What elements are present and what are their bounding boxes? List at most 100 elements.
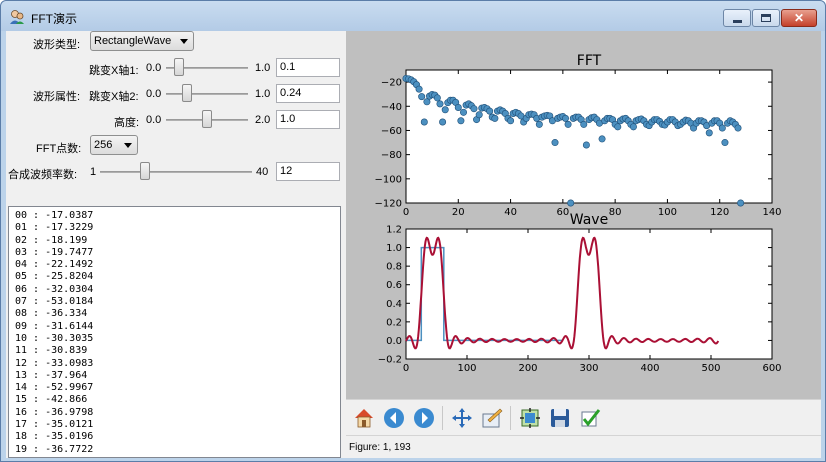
fft-point — [433, 94, 441, 102]
jump-x2-min: 0.0 — [146, 88, 162, 100]
chevron-down-icon — [180, 39, 188, 44]
list-item[interactable]: 13 : -37.964 — [9, 370, 340, 382]
synth-freq-track[interactable] — [100, 171, 252, 173]
list-item[interactable]: 14 : -52.9967 — [9, 382, 340, 394]
jump-x2-field[interactable]: 0.24 — [276, 84, 340, 103]
wave-xtick-label: 0 — [403, 363, 409, 374]
fft-point — [457, 117, 465, 125]
back-button[interactable] — [380, 404, 408, 432]
zoom-button[interactable] — [478, 404, 506, 432]
fft-point — [561, 114, 569, 122]
toolbar-separator — [510, 406, 511, 430]
jump-x1-min: 0.0 — [146, 62, 162, 74]
list-item[interactable]: 02 : -18.199 — [9, 235, 340, 247]
fft-point — [598, 135, 606, 143]
minimize-button[interactable] — [723, 9, 751, 27]
jump-x1-label: 跳变X轴1: — [89, 65, 139, 77]
fft-ytick-label: −60 — [381, 126, 402, 137]
fft-points-label: FFT点数: — [36, 143, 82, 155]
list-item[interactable]: 12 : -33.0983 — [9, 358, 340, 370]
fft-xtick-label: 100 — [658, 207, 677, 218]
home-button[interactable] — [350, 404, 378, 432]
wave-title: Wave — [570, 212, 608, 228]
fft-point — [734, 124, 742, 132]
fft-point — [507, 117, 515, 125]
synth-freq-field[interactable]: 12 — [276, 162, 340, 181]
fft-ytick-label: −100 — [375, 174, 402, 185]
maximize-button[interactable] — [752, 9, 780, 27]
jump-x2-max: 1.0 — [255, 88, 271, 100]
list-item[interactable]: 09 : -31.6144 — [9, 321, 340, 333]
list-item[interactable]: 15 : -42.866 — [9, 394, 340, 406]
control-panel: 波形类型: RectangleWave 跳变X轴1: 0.0 1.0 0.1 波… — [6, 31, 343, 458]
fft-xtick-label: 120 — [710, 207, 729, 218]
height-slider-thumb[interactable] — [202, 110, 212, 128]
fft-point — [415, 85, 423, 93]
list-item[interactable]: 01 : -17.3229 — [9, 222, 340, 234]
fft-points-value: 256 — [94, 139, 113, 151]
list-item[interactable]: 19 : -36.7722 — [9, 444, 340, 456]
fft-values-list[interactable]: 00 : -17.0387 01 : -17.3229 02 : -18.199… — [8, 206, 341, 458]
synth-freq-label: 合成波频率数: — [8, 169, 78, 181]
list-item[interactable]: 05 : -25.8204 — [9, 271, 340, 283]
fft-xtick-label: 20 — [452, 207, 465, 218]
forward-icon — [414, 408, 434, 428]
fft-ytick-label: −20 — [381, 78, 402, 89]
minimize-icon — [732, 19, 742, 23]
wave-xtick-label: 600 — [762, 363, 781, 374]
synth-freq-slider-thumb[interactable] — [140, 162, 150, 180]
fft-ytick-label: −40 — [381, 102, 402, 113]
list-item[interactable]: 11 : -30.839 — [9, 345, 340, 357]
maximize-icon — [761, 14, 771, 22]
height-label: 高度: — [114, 117, 140, 129]
back-icon — [384, 408, 404, 428]
fft-points-select[interactable]: 256 — [90, 135, 138, 155]
fft-axes — [405, 69, 773, 204]
jump-x1-slider-thumb[interactable] — [174, 58, 184, 76]
fft-point — [551, 139, 559, 147]
fft-point — [582, 141, 590, 149]
wave-ytick-label: −0.2 — [378, 355, 402, 366]
fft-point — [705, 129, 713, 137]
list-item[interactable]: 00 : -17.0387 — [9, 210, 340, 222]
fft-point — [420, 118, 428, 126]
jump-x2-track[interactable] — [166, 93, 248, 95]
list-item[interactable]: 06 : -32.0304 — [9, 284, 340, 296]
fft-point — [567, 199, 575, 207]
subplots-icon — [520, 408, 540, 428]
list-item[interactable]: 04 : -22.1492 — [9, 259, 340, 271]
apply-button[interactable] — [576, 404, 604, 432]
fft-point — [454, 103, 462, 111]
subplots-button[interactable] — [516, 404, 544, 432]
close-button[interactable]: ✕ — [781, 9, 817, 27]
forward-button[interactable] — [410, 404, 438, 432]
wave-xtick-label: 200 — [518, 363, 537, 374]
jump-x1-max: 1.0 — [255, 62, 271, 74]
list-item[interactable]: 17 : -35.0121 — [9, 419, 340, 431]
fft-point — [737, 199, 745, 207]
matplotlib-figure[interactable]: FFT 0 20 40 60 80 100 120 140 −20 −40 −60 −80 −100 −12… — [346, 31, 821, 396]
fft-ytick-label: −80 — [381, 150, 402, 161]
height-field[interactable]: 1.0 — [276, 110, 340, 129]
fft-point — [470, 105, 478, 113]
wave-ytick-label: 0.8 — [386, 262, 402, 273]
wave-xtick-label: 500 — [701, 363, 720, 374]
list-item[interactable]: 07 : -53.0184 — [9, 296, 340, 308]
list-item[interactable]: 10 : -30.3035 — [9, 333, 340, 345]
list-item[interactable]: 18 : -35.0196 — [9, 431, 340, 443]
jump-x2-slider-thumb[interactable] — [182, 84, 192, 102]
save-button[interactable] — [546, 404, 574, 432]
wave-type-select[interactable]: RectangleWave — [90, 31, 194, 51]
wave-axes — [405, 228, 773, 360]
list-item[interactable]: 16 : -36.9798 — [9, 407, 340, 419]
zoom-icon — [482, 408, 503, 428]
list-item[interactable]: 08 : -36.334 — [9, 308, 340, 320]
pan-button[interactable] — [448, 404, 476, 432]
wave-type-label: 波形类型: — [33, 39, 81, 51]
save-icon — [551, 409, 569, 427]
list-item[interactable]: 03 : -19.7477 — [9, 247, 340, 259]
home-icon — [355, 409, 373, 428]
jump-x1-field[interactable]: 0.1 — [276, 58, 340, 77]
app-icon — [9, 9, 25, 25]
fft-ytick-label: −120 — [375, 199, 402, 210]
